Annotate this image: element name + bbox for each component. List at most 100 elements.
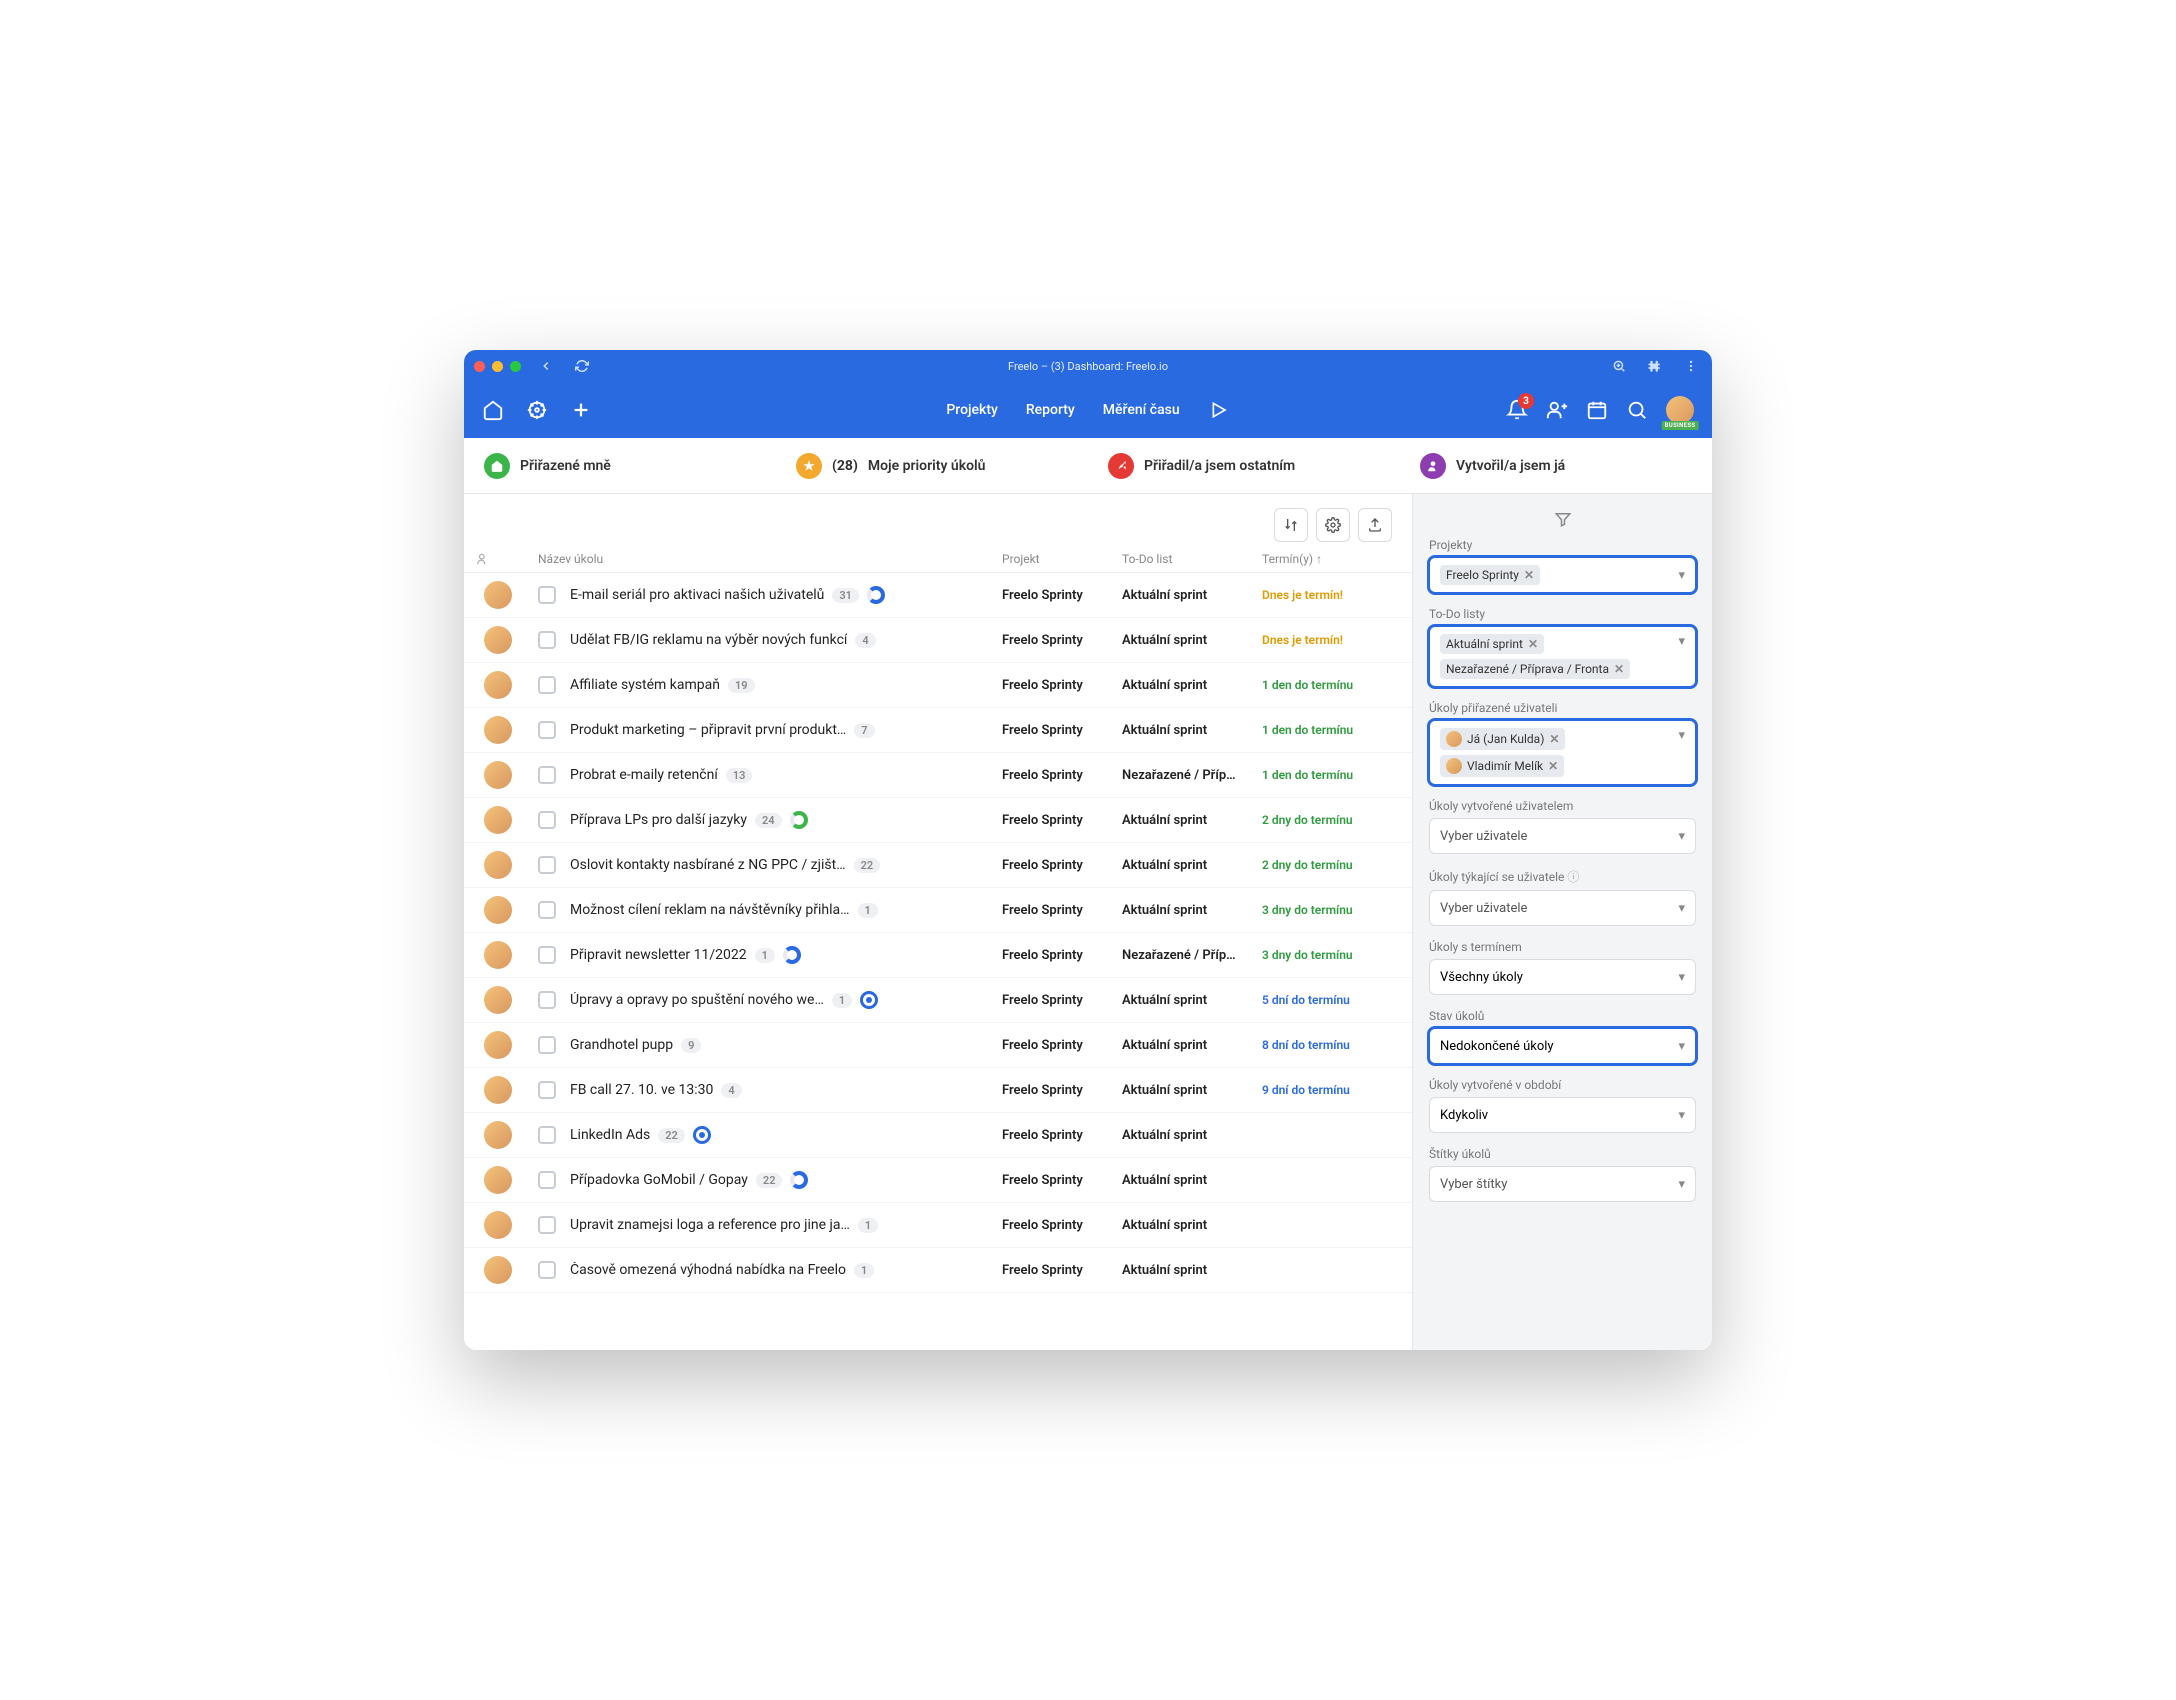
- task-list[interactable]: Aktuální sprint: [1122, 993, 1262, 1008]
- task-title[interactable]: Probrat e-maily retenční13: [570, 767, 1002, 783]
- chip-remove-icon[interactable]: ✕: [1549, 732, 1559, 746]
- chip-remove-icon[interactable]: ✕: [1548, 759, 1558, 773]
- task-project[interactable]: Freelo Sprinty: [1002, 1038, 1122, 1053]
- home-icon[interactable]: [482, 399, 504, 421]
- extension-icon[interactable]: [1644, 355, 1666, 377]
- task-project[interactable]: Freelo Sprinty: [1002, 1128, 1122, 1143]
- sort-button[interactable]: [1274, 508, 1308, 542]
- filter-chip[interactable]: Nezařazené / Příprava / Fronta✕: [1440, 659, 1630, 679]
- task-list[interactable]: Aktuální sprint: [1122, 588, 1262, 603]
- task-row[interactable]: Upravit znamejsi loga a reference pro ji…: [464, 1203, 1412, 1248]
- assignee-avatar[interactable]: [484, 1121, 512, 1149]
- task-checkbox[interactable]: [538, 1081, 556, 1099]
- tab-delegated[interactable]: Přiřadil/a jsem ostatním: [1088, 438, 1400, 493]
- assignee-avatar[interactable]: [484, 716, 512, 744]
- col-name[interactable]: Název úkolu: [538, 552, 1002, 566]
- task-checkbox[interactable]: [538, 676, 556, 694]
- task-title[interactable]: Produkt marketing – připravit první prod…: [570, 722, 1002, 738]
- task-title[interactable]: Udělat FB/IG reklamu na výběr nových fun…: [570, 632, 1002, 648]
- filter-chip[interactable]: Já (Jan Kulda)✕: [1440, 728, 1565, 750]
- nav-reporty[interactable]: Reporty: [1026, 402, 1075, 418]
- task-project[interactable]: Freelo Sprinty: [1002, 678, 1122, 693]
- task-list[interactable]: Aktuální sprint: [1122, 903, 1262, 918]
- task-title[interactable]: Případovka GoMobil / Gopay22: [570, 1171, 1002, 1189]
- assignee-avatar[interactable]: [484, 1166, 512, 1194]
- user-avatar[interactable]: BUSINESS: [1666, 396, 1694, 424]
- filter-related[interactable]: Vyber uživatele▾: [1429, 890, 1696, 926]
- col-due[interactable]: Termín(y) ↑: [1262, 552, 1392, 566]
- task-row[interactable]: FB call 27. 10. ve 13:304 Freelo Sprinty…: [464, 1068, 1412, 1113]
- task-project[interactable]: Freelo Sprinty: [1002, 858, 1122, 873]
- task-checkbox[interactable]: [538, 586, 556, 604]
- filter-created-by[interactable]: Vyber uživatele▾: [1429, 818, 1696, 854]
- task-checkbox[interactable]: [538, 721, 556, 739]
- task-row[interactable]: Připravit newsletter 11/20221 Freelo Spr…: [464, 933, 1412, 978]
- chip-remove-icon[interactable]: ✕: [1614, 662, 1624, 676]
- task-checkbox[interactable]: [538, 1216, 556, 1234]
- nav-mereni[interactable]: Měření času: [1103, 402, 1180, 418]
- assignee-avatar[interactable]: [484, 1076, 512, 1104]
- filter-assigned[interactable]: Já (Jan Kulda)✕Vladimír Melík✕ ▾: [1429, 720, 1696, 785]
- task-list[interactable]: Aktuální sprint: [1122, 723, 1262, 738]
- task-row[interactable]: Grandhotel pupp9 Freelo Sprinty Aktuální…: [464, 1023, 1412, 1068]
- tab-created-by-me[interactable]: Vytvořil/a jsem já: [1400, 438, 1712, 493]
- task-list[interactable]: Aktuální sprint: [1122, 858, 1262, 873]
- task-row[interactable]: LinkedIn Ads22 Freelo Sprinty Aktuální s…: [464, 1113, 1412, 1158]
- task-checkbox[interactable]: [538, 856, 556, 874]
- task-row[interactable]: Oslovit kontakty nasbírané z NG PPC / zj…: [464, 843, 1412, 888]
- filter-lists[interactable]: Aktuální sprint✕Nezařazené / Příprava / …: [1429, 626, 1696, 687]
- col-list[interactable]: To-Do list: [1122, 552, 1262, 566]
- task-row[interactable]: Případovka GoMobil / Gopay22 Freelo Spri…: [464, 1158, 1412, 1203]
- back-icon[interactable]: [535, 355, 557, 377]
- add-icon[interactable]: [570, 399, 592, 421]
- task-project[interactable]: Freelo Sprinty: [1002, 633, 1122, 648]
- task-project[interactable]: Freelo Sprinty: [1002, 1218, 1122, 1233]
- assignee-avatar[interactable]: [484, 896, 512, 924]
- chip-remove-icon[interactable]: ✕: [1524, 568, 1534, 582]
- task-project[interactable]: Freelo Sprinty: [1002, 1083, 1122, 1098]
- task-list[interactable]: Aktuální sprint: [1122, 1263, 1262, 1278]
- assignee-avatar[interactable]: [484, 941, 512, 969]
- assignee-avatar[interactable]: [484, 806, 512, 834]
- task-checkbox[interactable]: [538, 766, 556, 784]
- col-project[interactable]: Projekt: [1002, 552, 1122, 566]
- task-project[interactable]: Freelo Sprinty: [1002, 723, 1122, 738]
- task-list[interactable]: Aktuální sprint: [1122, 633, 1262, 648]
- task-list[interactable]: Aktuální sprint: [1122, 813, 1262, 828]
- assignee-avatar[interactable]: [484, 761, 512, 789]
- task-title[interactable]: LinkedIn Ads22: [570, 1126, 1002, 1144]
- filter-tags[interactable]: Vyber štítky▾: [1429, 1166, 1696, 1202]
- minimize-window[interactable]: [492, 361, 503, 372]
- zoom-icon[interactable]: [1608, 355, 1630, 377]
- task-project[interactable]: Freelo Sprinty: [1002, 948, 1122, 963]
- task-checkbox[interactable]: [538, 631, 556, 649]
- task-checkbox[interactable]: [538, 811, 556, 829]
- task-list[interactable]: Aktuální sprint: [1122, 1218, 1262, 1233]
- task-list[interactable]: Aktuální sprint: [1122, 1173, 1262, 1188]
- task-checkbox[interactable]: [538, 1036, 556, 1054]
- calendar-icon[interactable]: [1586, 399, 1608, 421]
- filter-deadline[interactable]: Všechny úkoly▾: [1429, 959, 1696, 995]
- helm-icon[interactable]: [526, 399, 548, 421]
- assignee-avatar[interactable]: [484, 851, 512, 879]
- task-list[interactable]: Aktuální sprint: [1122, 678, 1262, 693]
- filter-icon[interactable]: [1429, 506, 1696, 538]
- task-title[interactable]: Možnost cílení reklam na návštěvníky při…: [570, 902, 1002, 918]
- task-row[interactable]: E-mail seriál pro aktivaci našich uživat…: [464, 573, 1412, 618]
- task-title[interactable]: FB call 27. 10. ve 13:304: [570, 1082, 1002, 1098]
- task-title[interactable]: E-mail seriál pro aktivaci našich uživat…: [570, 586, 1002, 604]
- task-title[interactable]: Časově omezená výhodná nabídka na Freelo…: [570, 1262, 1002, 1278]
- task-project[interactable]: Freelo Sprinty: [1002, 1173, 1122, 1188]
- maximize-window[interactable]: [510, 361, 521, 372]
- assignee-avatar[interactable]: [484, 1031, 512, 1059]
- task-checkbox[interactable]: [538, 1171, 556, 1189]
- task-title[interactable]: Affiliate systém kampaň19: [570, 677, 1002, 693]
- filter-projects[interactable]: Freelo Sprinty✕ ▾: [1429, 557, 1696, 593]
- menu-dots-icon[interactable]: [1680, 355, 1702, 377]
- settings-button[interactable]: [1316, 508, 1350, 542]
- task-title[interactable]: Upravit znamejsi loga a reference pro ji…: [570, 1217, 1002, 1233]
- notifications-icon[interactable]: 3: [1506, 399, 1528, 421]
- assignee-avatar[interactable]: [484, 986, 512, 1014]
- search-icon[interactable]: [1626, 399, 1648, 421]
- task-list[interactable]: Aktuální sprint: [1122, 1083, 1262, 1098]
